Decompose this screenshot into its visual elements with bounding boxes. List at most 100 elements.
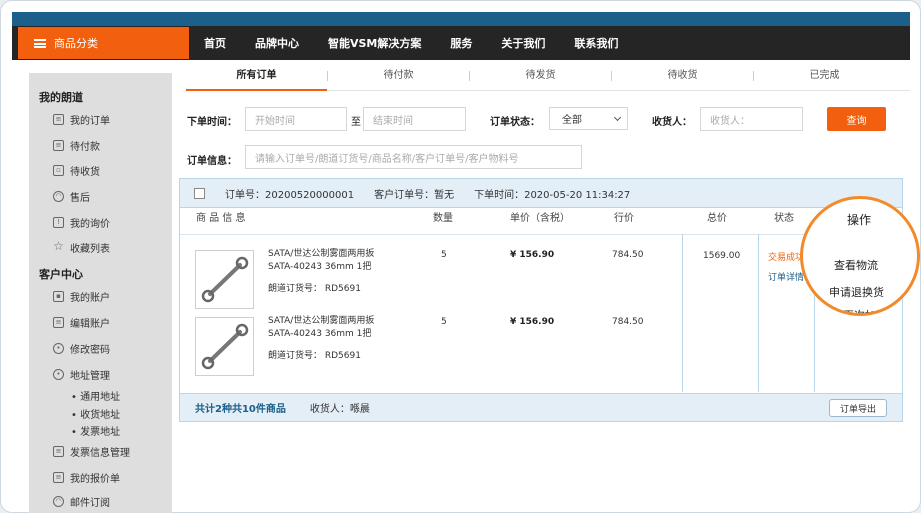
- sidebar-item-address-management[interactable]: • 地址管理: [53, 367, 110, 382]
- sidebar-sub-general-address[interactable]: • 通用地址: [71, 388, 120, 403]
- sidebar-item-invoice-info[interactable]: ≡ 发票信息管理: [53, 444, 130, 459]
- nav-about[interactable]: 关于我们: [501, 35, 545, 51]
- tab-pending-receipt[interactable]: 待收货: [612, 65, 753, 90]
- message-icon: !: [53, 217, 64, 228]
- mail-icon: ◠: [53, 496, 64, 507]
- sidebar-item-pending-receipt[interactable]: ▫ 待收货: [53, 163, 100, 178]
- nav-home[interactable]: 首页: [204, 35, 226, 51]
- sidebar-item-change-password[interactable]: • 修改密码: [53, 341, 110, 356]
- item-line-price: 784.50: [612, 317, 644, 327]
- start-time-input[interactable]: 开始时间: [245, 107, 347, 131]
- invoice-icon: ≡: [53, 446, 64, 457]
- tab-all-orders[interactable]: 所有订单: [186, 65, 327, 91]
- item-unit-price: ¥ 156.90: [510, 250, 555, 260]
- column-divider: [758, 234, 759, 392]
- chevron-down-icon: [613, 113, 622, 122]
- sidebar-item-my-quotes[interactable]: ≡ 我的报价单: [53, 470, 120, 485]
- document-icon: ≡: [53, 114, 64, 125]
- receiver-footer-label: 收货人：: [309, 404, 350, 415]
- col-product-info: 商 品 信 息: [196, 213, 246, 224]
- col-line-price: 行价: [614, 213, 634, 224]
- product-info: SATA/世达公制雾面两用扳 SATA-40243 36mm 1把 朗道订货号：…: [268, 315, 374, 363]
- column-divider: [682, 234, 683, 392]
- lock-icon: •: [53, 343, 64, 354]
- customer-order-number: 客户订单号：暂无: [374, 189, 455, 201]
- col-total: 总价: [707, 213, 727, 224]
- sidebar-sub-invoice-address[interactable]: • 发票地址: [71, 423, 120, 438]
- tab-completed[interactable]: 已完成: [754, 65, 895, 90]
- order-time: 下单时间：2020-05-20 11:34:27: [474, 189, 631, 201]
- range-separator: 至: [351, 117, 361, 128]
- operations-callout: 操作 查看物流 申请退换货 再次加购: [800, 196, 920, 316]
- order-tabs: 所有订单 待付款 待发货 待收货 已完成: [186, 65, 910, 91]
- wrench-icon: [201, 323, 249, 370]
- nav-service[interactable]: 服务: [450, 35, 472, 51]
- product-sku: 朗道订货号： RD5691: [268, 284, 361, 294]
- tab-pending-shipment[interactable]: 待发货: [470, 65, 611, 90]
- category-label: 商品分类: [54, 37, 98, 50]
- top-band: [12, 12, 910, 26]
- sidebar-item-my-account[interactable]: ▪ 我的账户: [53, 289, 110, 304]
- nav-vsm-solution[interactable]: 智能VSM解决方案: [328, 35, 421, 51]
- order-info-label: 订单信息：: [187, 156, 237, 167]
- request-return-link[interactable]: 申请退换货: [829, 284, 884, 300]
- col-unit-price: 单价（含税）: [510, 213, 570, 224]
- product-spec: SATA-40243 36mm 1把: [268, 329, 372, 339]
- nav-contact[interactable]: 联系我们: [574, 35, 618, 51]
- order-status-select[interactable]: 全部: [549, 107, 628, 130]
- product-image[interactable]: [195, 317, 254, 376]
- receiver-input[interactable]: 收货人：: [700, 107, 803, 131]
- sidebar-item-after-sales[interactable]: ◠ 售后: [53, 189, 90, 204]
- order-summary: 共计2种共10件商品: [195, 404, 286, 415]
- sidebar-item-favorites[interactable]: ☆ 收藏列表: [53, 240, 110, 255]
- sidebar-item-email-subscription[interactable]: ◠ 邮件订阅: [53, 494, 110, 509]
- category-menu-button[interactable]: 商品分类: [18, 27, 189, 59]
- sidebar-item-edit-account[interactable]: ≡ 编辑账户: [53, 315, 110, 330]
- account-icon: ▪: [53, 291, 64, 302]
- order-checkbox[interactable]: [194, 187, 205, 199]
- order-header: 订单号：20200520000001 客户订单号：暂无 下单时间：2020-05…: [180, 179, 902, 208]
- order-detail-link[interactable]: 订单详情: [768, 270, 804, 283]
- star-icon: ☆: [53, 239, 64, 253]
- nav-brand-center[interactable]: 品牌中心: [255, 35, 299, 51]
- item-quantity: 5: [441, 317, 447, 327]
- tab-pending-payment[interactable]: 待付款: [328, 65, 469, 90]
- quote-icon: ≡: [53, 472, 64, 483]
- item-line-price: 784.50: [612, 250, 644, 260]
- column-divider: [180, 234, 902, 235]
- product-name[interactable]: SATA/世达公制雾面两用扳: [268, 315, 374, 328]
- order-status-value: 全部: [562, 115, 582, 126]
- edit-icon: ≡: [53, 317, 64, 328]
- order-status: 交易成功: [768, 253, 805, 263]
- col-status: 状态: [774, 213, 794, 224]
- order-total: 1569.00: [703, 251, 741, 261]
- clipboard-icon: ≡: [53, 140, 64, 151]
- order-footer: 共计2种共10件商品 收货人： 喺晨 订单导出: [180, 393, 902, 421]
- location-pin-icon: •: [53, 369, 64, 380]
- product-image[interactable]: [195, 250, 254, 309]
- sidebar-sub-shipping-address[interactable]: • 收货地址: [71, 406, 120, 421]
- order-status-label: 订单状态：: [490, 117, 540, 128]
- main-nav: 首页 品牌中心 智能VSM解决方案 服务 关于我们 联系我们: [204, 26, 647, 60]
- sidebar-item-my-inquiries[interactable]: ! 我的询价: [53, 215, 110, 230]
- receiver-label: 收货人：: [652, 117, 692, 128]
- sidebar-item-my-orders[interactable]: ≡ 我的订单: [53, 112, 110, 127]
- product-spec: SATA-40243 36mm 1把: [268, 262, 372, 272]
- headset-icon: ◠: [53, 191, 64, 202]
- sidebar-section-customer-center: 客户中心: [39, 268, 83, 281]
- item-unit-price: ¥ 156.90: [510, 317, 555, 327]
- view-logistics-link[interactable]: 查看物流: [834, 257, 878, 273]
- sidebar-section-my-landao: 我的朗道: [39, 91, 83, 104]
- sidebar-item-pending-payment[interactable]: ≡ 待付款: [53, 138, 100, 153]
- order-time-label: 下单时间：: [187, 117, 237, 128]
- col-quantity: 数量: [433, 213, 453, 224]
- query-button[interactable]: 查询: [827, 107, 886, 131]
- end-time-input[interactable]: 结束时间: [363, 107, 466, 131]
- order-info-input[interactable]: 请输入订单号/朗道订货号/商品名称/客户订单号/客户物料号: [245, 145, 582, 169]
- receiver-name: 喺晨: [349, 404, 370, 415]
- product-name[interactable]: SATA/世达公制雾面两用扳: [268, 248, 374, 261]
- order-number: 订单号：20200520000001: [225, 189, 355, 201]
- export-order-button[interactable]: 订单导出: [829, 399, 887, 417]
- box-icon: ▫: [53, 165, 64, 176]
- wrench-icon: [201, 256, 249, 303]
